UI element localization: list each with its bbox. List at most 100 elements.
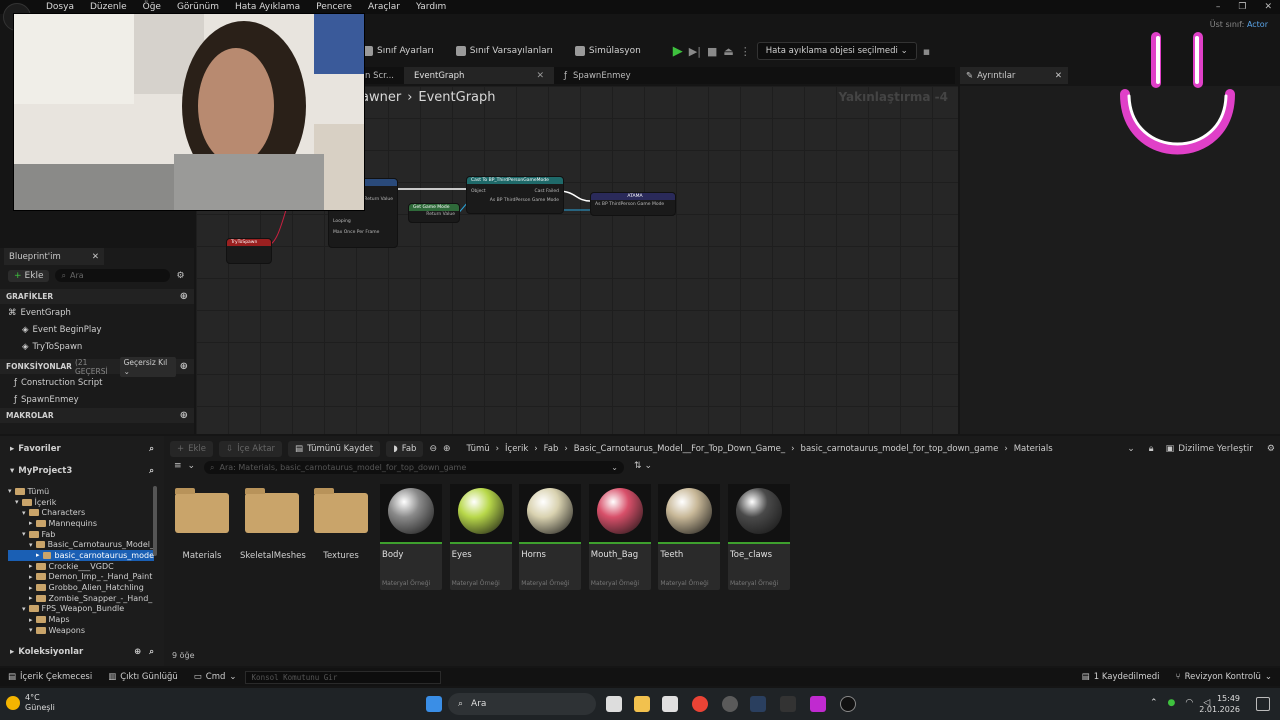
menu-view[interactable]: Görünüm <box>169 0 227 14</box>
revision-control-button[interactable]: ⑂ Revizyon Kontrolü ⌄ <box>1168 672 1280 682</box>
task-view-icon[interactable] <box>606 696 622 712</box>
bp-search-input[interactable]: ⌕ Ara <box>55 269 171 282</box>
path-segment[interactable]: Materials <box>1014 444 1053 454</box>
chevron-down-icon[interactable]: ▾ <box>29 541 33 549</box>
folder-asset[interactable]: SkeletalMeshes <box>240 483 306 591</box>
class-defaults-button[interactable]: Sınıf Varsayılanları <box>448 46 561 56</box>
material-asset[interactable]: Body Materyal Örneği <box>379 483 443 591</box>
notification-icon[interactable] <box>1256 697 1270 711</box>
function-item[interactable]: ƒ Construction Script <box>0 374 194 391</box>
section-functions[interactable]: FONKSİYONLAR (21 GEÇERSİ Geçersiz Kıl ⌄ ⊕ <box>0 356 194 377</box>
path-segment[interactable]: basic_carnotaurus_model_for_top_down_gam… <box>801 444 999 454</box>
add-macro-icon[interactable]: ⊕ <box>180 410 188 421</box>
debug-object-select[interactable]: Hata ayıklama objesi seçilmedi ⌄ <box>756 42 917 60</box>
class-settings-button[interactable]: Sınıf Ayarları <box>355 46 442 56</box>
chevron-down-icon[interactable]: ▾ <box>22 530 26 538</box>
menu-help[interactable]: Yardım <box>408 0 454 14</box>
chevron-down-icon[interactable]: ⌄ <box>611 463 618 472</box>
chevron-down-icon[interactable]: ▾ <box>22 605 26 613</box>
node-cast[interactable]: Cast To BP_ThirdPersonGameMode Object Cas… <box>466 176 564 214</box>
close-icon[interactable]: ✕ <box>1055 71 1062 81</box>
node-try-to-spawn[interactable]: TryToSpawn <box>226 238 272 264</box>
material-asset[interactable]: Toe_claws Materyal Örneği <box>727 483 791 591</box>
chevron-down-icon[interactable]: ▾ <box>29 626 33 634</box>
menu-asset[interactable]: Öğe <box>135 0 169 14</box>
cmd-dropdown[interactable]: ▭ Cmd ⌄ <box>186 672 245 682</box>
unreal-engine-icon[interactable] <box>840 696 856 712</box>
chevron-up-icon[interactable]: ⌃ <box>1150 698 1158 708</box>
add-collection-icon[interactable]: ⊕ <box>134 647 141 657</box>
node-assign[interactable]: ATAMA As BP ThirdPerson Game Mode <box>590 192 676 216</box>
function-item[interactable]: ƒ SpawnEnmey <box>0 391 194 408</box>
tree-folder-item[interactable]: ▾ İçerik <box>8 497 154 508</box>
menu-window[interactable]: Pencere <box>308 0 360 14</box>
project-header[interactable]: ▾ MyProject3 ⌕ <box>0 461 164 481</box>
parent-class-value[interactable]: Actor <box>1247 20 1268 29</box>
unsaved-button[interactable]: ▤ 1 Kaydedilmedi <box>1074 672 1168 682</box>
app-icon[interactable] <box>722 696 738 712</box>
app-icon[interactable] <box>810 696 826 712</box>
eject-icon[interactable]: ⏏ <box>723 45 733 58</box>
add-asset-button[interactable]: + Ekle <box>170 441 214 457</box>
tab-my-blueprint[interactable]: Blueprint'im ✕ <box>4 248 104 265</box>
tab-spawnenmey[interactable]: ƒ SpawnEnmey <box>554 67 641 84</box>
weather-widget[interactable]: 4°C Güneşli <box>6 693 55 713</box>
tree-folder-item[interactable]: ▾ Tümü <box>8 486 154 497</box>
chevron-right-icon[interactable]: ▸ <box>29 519 33 527</box>
tree-folder-item[interactable]: ▸ Grobbo_Alien_Hatchling <box>8 582 154 593</box>
chevron-down-icon[interactable]: ▾ <box>22 509 26 517</box>
material-asset[interactable]: Mouth_Bag Materyal Örneği <box>587 483 652 591</box>
tree-folder-item[interactable]: ▸ Maps <box>8 614 154 625</box>
epic-games-icon[interactable] <box>780 696 796 712</box>
search-icon[interactable]: ⌕ <box>149 444 154 454</box>
back-icon[interactable]: ⊖ <box>429 444 437 454</box>
search-icon[interactable]: ⌕ <box>149 647 154 657</box>
output-log-button[interactable]: ▥ Çıktı Günlüğü <box>100 672 186 682</box>
maximize-icon[interactable]: ❐ <box>1238 2 1246 12</box>
chevron-down-icon[interactable]: ▾ <box>15 498 19 506</box>
path-segment[interactable]: Tümü <box>467 444 490 454</box>
simulation-button[interactable]: Simülasyon <box>567 46 649 56</box>
menu-edit[interactable]: Düzenle <box>82 0 135 14</box>
chevron-right-icon[interactable]: ▸ <box>36 551 40 559</box>
forward-icon[interactable]: ⊕ <box>443 444 451 454</box>
wifi-icon[interactable]: ◠ <box>1185 698 1193 708</box>
tree-folder-item[interactable]: ▾ Characters <box>8 507 154 518</box>
material-asset[interactable]: Horns Materyal Örneği <box>518 483 583 591</box>
steam-icon[interactable] <box>750 696 766 712</box>
content-drawer-button[interactable]: ▤ İçerik Çekmecesi <box>0 672 100 682</box>
stop-icon[interactable]: ■ <box>707 45 717 58</box>
add-button[interactable]: + Ekle <box>8 269 50 282</box>
add-function-icon[interactable]: ⊕ <box>180 361 188 372</box>
chevron-down-icon[interactable]: ▾ <box>8 487 12 495</box>
tree-folder-item[interactable]: ▸ basic_carnotaurus_mode <box>8 550 154 561</box>
save-all-button[interactable]: ▤ Tümünü Kaydet <box>288 441 381 457</box>
graph-item[interactable]: ⌘ EventGraph <box>0 304 194 321</box>
tree-folder-item[interactable]: ▾ Basic_Carnotaurus_Model_ <box>8 539 154 550</box>
fab-button[interactable]: ◗ Fab <box>386 441 424 457</box>
material-asset[interactable]: Teeth Materyal Örneği <box>657 483 722 591</box>
import-button[interactable]: ⇩ İçe Aktar <box>219 441 283 457</box>
close-icon[interactable]: ✕ <box>92 252 99 262</box>
more-options-icon[interactable]: ⋮ <box>740 45 751 58</box>
filter-icon[interactable]: ≡ <box>174 461 182 471</box>
store-icon[interactable] <box>662 696 678 712</box>
file-explorer-icon[interactable] <box>634 696 650 712</box>
favorites-header[interactable]: ▸ Favoriler ⌕ <box>0 439 164 459</box>
section-macros[interactable]: MAKROLAR ⊕ <box>0 408 194 423</box>
clock[interactable]: 15:49 2.01.2026 <box>1199 693 1240 715</box>
sort-controls[interactable]: ⇅ ⌄ <box>634 461 652 471</box>
collections-header[interactable]: ▸ Koleksiyonlar ⊕ ⌕ <box>0 642 164 662</box>
chevron-right-icon[interactable]: ▸ <box>29 562 33 570</box>
gear-icon[interactable]: ⚙ <box>176 271 184 281</box>
override-dropdown[interactable]: Geçersiz Kıl ⌄ <box>119 356 176 377</box>
chrome-icon[interactable] <box>692 696 708 712</box>
tab-eventgraph[interactable]: EventGraph ✕ <box>403 67 554 84</box>
chevron-right-icon[interactable]: ▸ <box>29 616 33 624</box>
path-segment[interactable]: İçerik <box>505 444 528 454</box>
asset-search-input[interactable]: ⌕ Ara: Materials, basic_carnotaurus_model… <box>204 461 624 474</box>
menu-file[interactable]: Dosya <box>38 0 82 14</box>
path-segment[interactable]: Basic_Carnotaurus_Model__For_Top_Down_Ga… <box>574 444 785 454</box>
menu-tools[interactable]: Araçlar <box>360 0 408 14</box>
path-segment[interactable]: Fab <box>544 444 559 454</box>
